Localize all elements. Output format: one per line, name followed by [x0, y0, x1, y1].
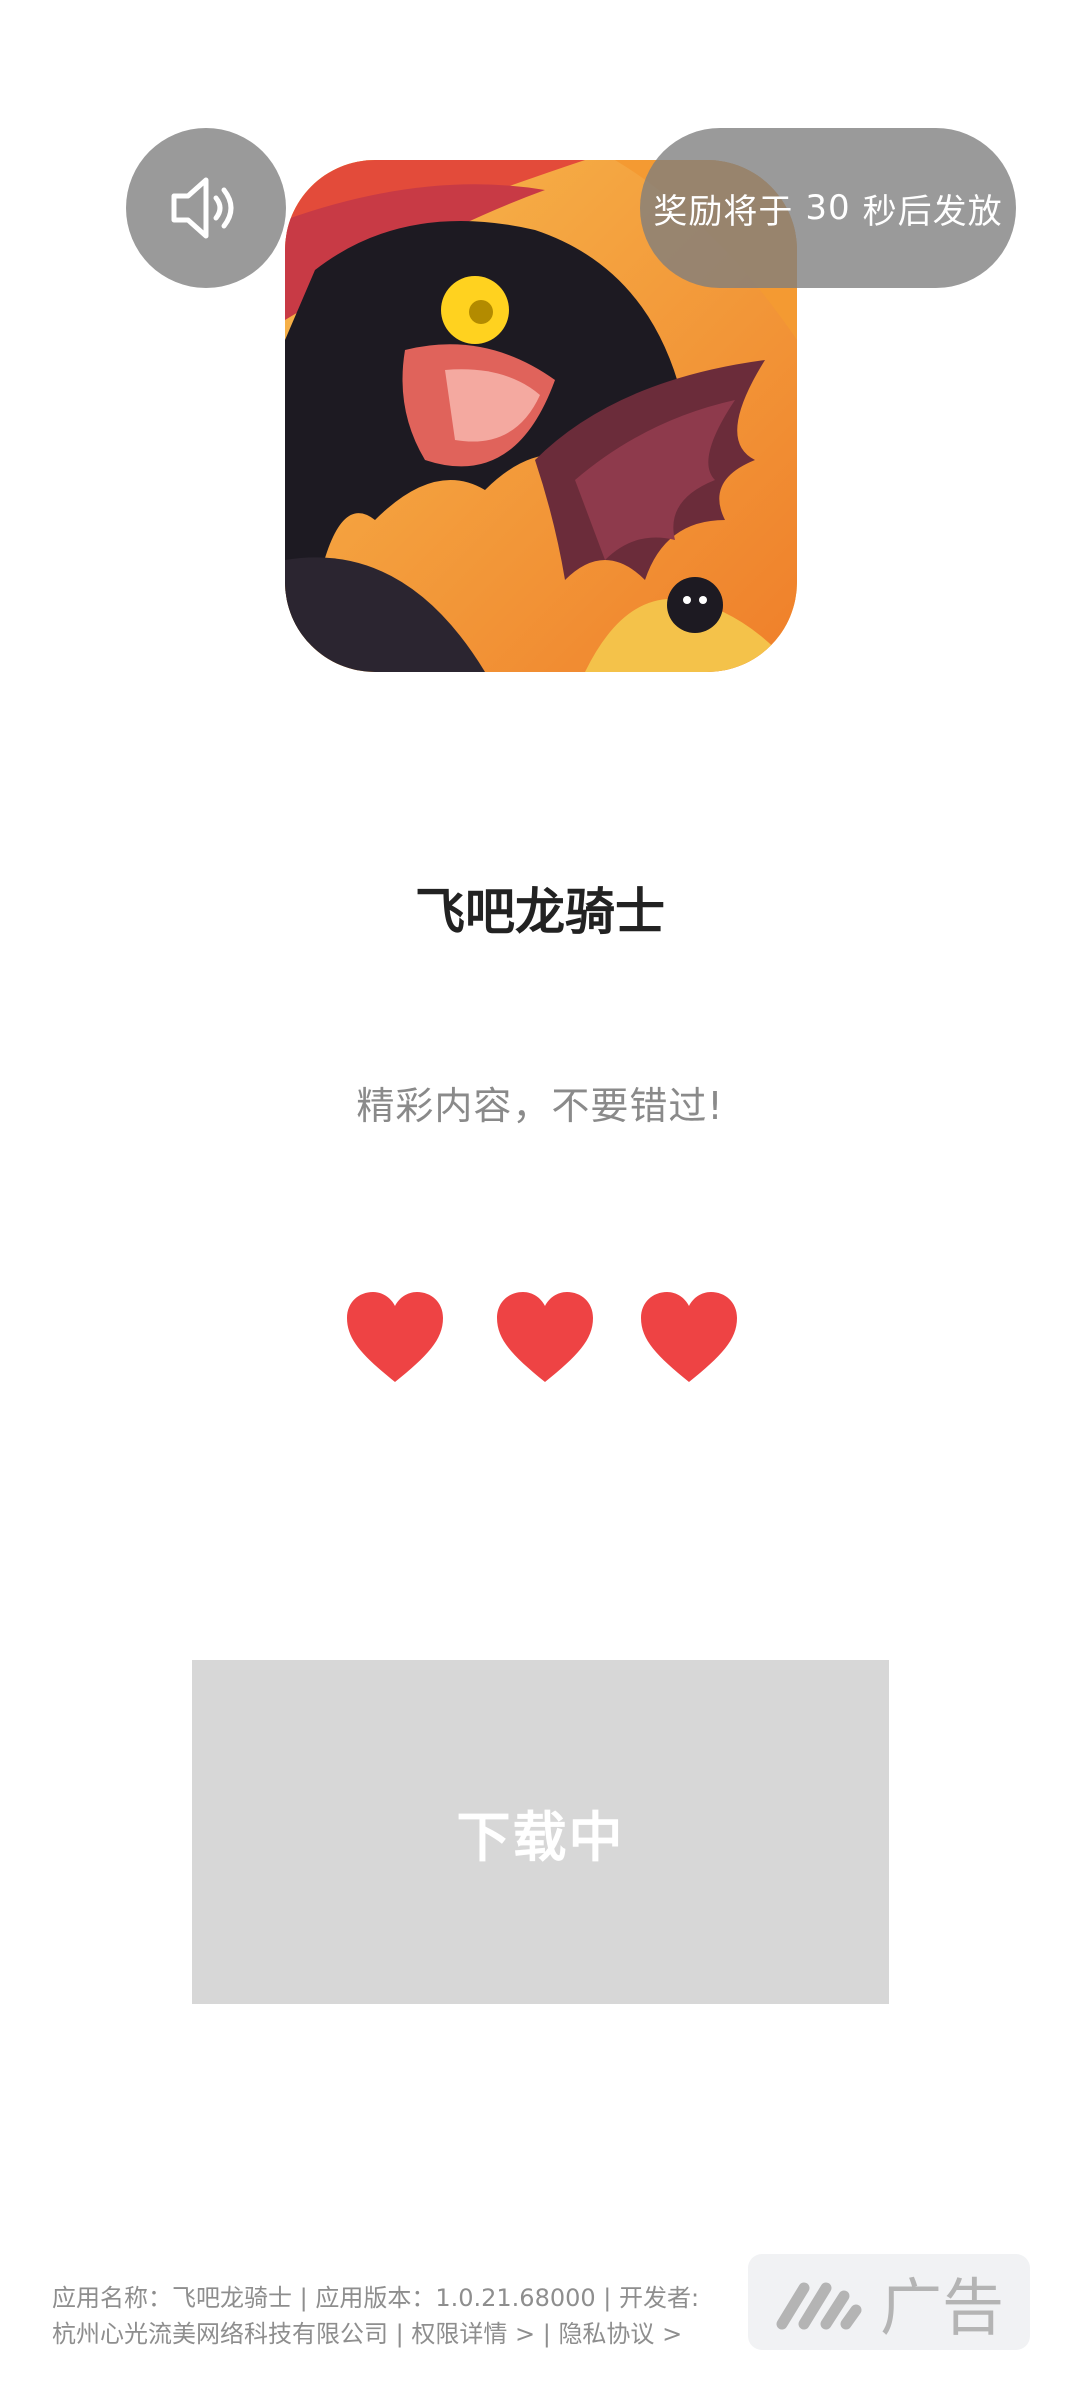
app-title: 飞吧龙骑士: [415, 883, 665, 941]
reward-prefix: 奖励将于: [653, 191, 794, 232]
reward-countdown: 奖励将于 30 秒后发放: [640, 128, 1016, 288]
heart-icon: [493, 1290, 597, 1386]
developer-name: 杭州心光流美网络科技有限公司: [52, 2320, 388, 2348]
sound-toggle-button[interactable]: [126, 128, 286, 288]
separator: |: [388, 2320, 412, 2348]
app-info-footer: 应用名称：飞吧龙骑士 | 应用版本：1.0.21.68000 | 开发者: 杭州…: [52, 2280, 700, 2352]
privacy-link[interactable]: 隐私协议 >: [558, 2320, 682, 2348]
speaker-icon: [171, 177, 234, 239]
heart-icon: [343, 1290, 447, 1386]
hearts-row: [0, 1290, 1080, 1400]
reward-suffix: 秒后发放: [862, 191, 1003, 232]
app-info-line: 应用名称：飞吧龙骑士 | 应用版本：1.0.21.68000 | 开发者:: [52, 2284, 700, 2312]
heart-icon: [637, 1290, 741, 1386]
ad-logo-icon: [776, 2282, 862, 2330]
permissions-link[interactable]: 权限详情 >: [411, 2320, 535, 2348]
ad-label: 广告: [879, 2271, 1004, 2344]
reward-seconds: 30: [805, 188, 851, 228]
tagline: 精彩内容，不要错过!: [356, 1084, 724, 1128]
separator: |: [535, 2320, 559, 2348]
app-info-line-2: 杭州心光流美网络科技有限公司 | 权限详情 > | 隐私协议 >: [52, 2316, 692, 2352]
ad-badge: 广告: [748, 2254, 1030, 2350]
download-button[interactable]: 下载中: [192, 1660, 889, 2004]
